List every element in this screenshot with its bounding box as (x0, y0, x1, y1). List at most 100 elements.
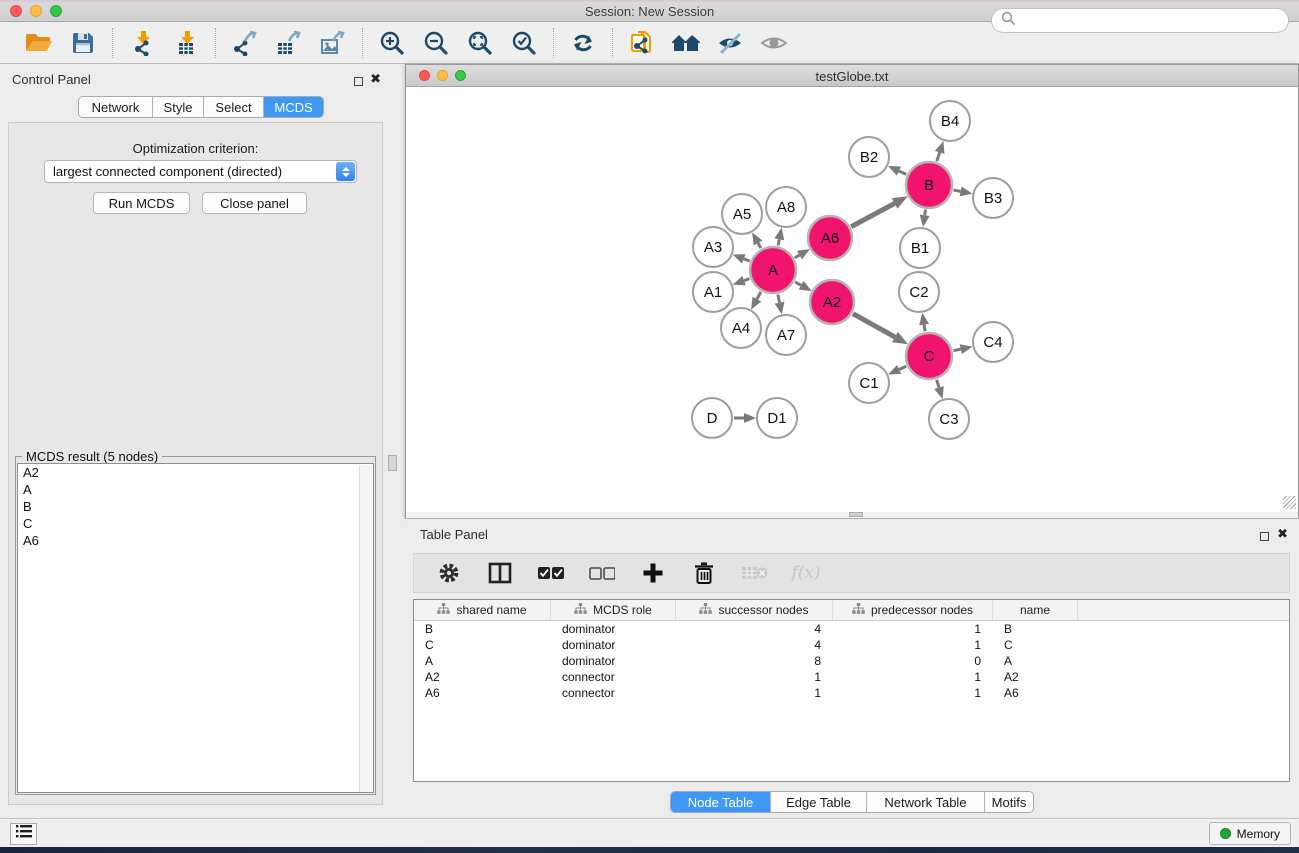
window-resize-grip[interactable] (1283, 496, 1296, 509)
table-row[interactable]: Adominator80A (414, 653, 1289, 669)
close-panel-icon[interactable]: ✖ (370, 71, 381, 87)
table-cell[interactable]: A2 (414, 669, 551, 685)
edge-C-C3[interactable] (937, 380, 939, 388)
task-history-button[interactable] (10, 823, 37, 845)
edge-A-A1[interactable] (744, 279, 750, 281)
table-float-panel-icon[interactable] (1260, 528, 1269, 546)
table-cell[interactable]: A (414, 653, 551, 669)
import-table-icon[interactable] (171, 28, 201, 58)
tab-node-table[interactable]: Node Table (671, 792, 771, 812)
table-cell[interactable]: 1 (676, 685, 833, 701)
table-cell[interactable]: B (414, 621, 551, 637)
edge-A-A4[interactable] (757, 292, 761, 299)
run-mcds-button[interactable]: Run MCDS (93, 192, 190, 214)
tab-select[interactable]: Select (204, 97, 264, 117)
tab-style[interactable]: Style (153, 97, 204, 117)
table-cell[interactable]: dominator (551, 621, 676, 637)
table-cell[interactable]: 1 (833, 637, 993, 653)
column-header-successor-nodes[interactable]: successor nodes (676, 600, 833, 620)
tab-mcds[interactable]: MCDS (264, 97, 323, 117)
table-cell[interactable]: A6 (414, 685, 551, 701)
table-row[interactable]: Bdominator41B (414, 621, 1289, 637)
result-item[interactable]: A (18, 481, 373, 498)
table-cell[interactable]: 8 (676, 653, 833, 669)
table-cell[interactable]: dominator (551, 653, 676, 669)
result-item[interactable]: A6 (18, 532, 373, 549)
result-scrollbar[interactable] (359, 465, 372, 793)
edge-A-A7[interactable] (778, 295, 780, 303)
result-item[interactable]: A2 (18, 464, 373, 481)
edge-C-C4[interactable] (953, 349, 960, 351)
export-table-icon[interactable] (274, 28, 304, 58)
edge-C-C2[interactable] (924, 325, 925, 332)
tab-network[interactable]: Network (79, 97, 153, 117)
delete-row-icon[interactable] (689, 558, 719, 588)
hide-details-icon[interactable] (715, 28, 745, 58)
import-network-icon[interactable] (127, 28, 157, 58)
table-cell[interactable]: connector (551, 685, 676, 701)
export-network-icon[interactable] (230, 28, 260, 58)
edge-B-B1[interactable] (925, 210, 926, 216)
zoom-in-icon[interactable] (377, 28, 407, 58)
refresh-icon[interactable] (568, 28, 598, 58)
result-item[interactable]: B (18, 498, 373, 515)
table-cell[interactable]: 1 (833, 621, 993, 637)
table-cell[interactable]: C (414, 637, 551, 653)
edge-A-A5[interactable] (758, 243, 761, 248)
edge-A-A6[interactable] (795, 255, 800, 258)
search-input[interactable] (991, 8, 1289, 33)
table-cell[interactable]: 1 (833, 669, 993, 685)
table-cell[interactable]: A (993, 653, 1078, 669)
edge-C-C1[interactable] (899, 366, 906, 369)
table-cell[interactable]: 0 (833, 653, 993, 669)
table-cell[interactable]: 1 (833, 685, 993, 701)
edge-A-A8[interactable] (778, 239, 779, 245)
table-row[interactable]: Cdominator41C (414, 637, 1289, 653)
edge-A-A2[interactable] (795, 282, 801, 285)
optimization-criterion-dropdown[interactable]: largest connected component (directed) (44, 160, 357, 183)
eye-icon[interactable] (759, 28, 789, 58)
table-cell[interactable]: 4 (676, 637, 833, 653)
tab-network-table[interactable]: Network Table (867, 792, 985, 812)
table-cell[interactable]: A2 (993, 669, 1078, 685)
zoom-fit-icon[interactable] (465, 28, 495, 58)
split-divider-handle[interactable] (388, 455, 397, 471)
table-cell[interactable]: A6 (993, 685, 1078, 701)
tab-motifs[interactable]: Motifs (985, 792, 1033, 812)
edge-A2-C[interactable] (853, 314, 895, 337)
edge-B-B2[interactable] (899, 171, 906, 174)
column-header-predecessor-nodes[interactable]: predecessor nodes (833, 600, 993, 620)
zoom-out-icon[interactable] (421, 28, 451, 58)
table-row[interactable]: A2connector11A2 (414, 669, 1289, 685)
copy-network-icon[interactable] (627, 28, 657, 58)
column-header-name[interactable]: name (993, 600, 1078, 620)
save-floppy-icon[interactable] (68, 28, 98, 58)
export-image-icon[interactable] (318, 28, 348, 58)
table-close-panel-icon[interactable]: ✖ (1277, 526, 1288, 542)
open-folder-icon[interactable] (24, 28, 54, 58)
column-header-MCDS-role[interactable]: MCDS role (551, 600, 676, 620)
select-all-icon[interactable] (536, 558, 566, 588)
hscroll-thumb[interactable] (849, 512, 863, 517)
table-cell[interactable]: 1 (676, 669, 833, 685)
float-panel-icon[interactable] (354, 73, 363, 91)
memory-button[interactable]: Memory (1209, 822, 1291, 845)
table-row[interactable]: A6connector11A6 (414, 685, 1289, 701)
gear-icon[interactable] (434, 558, 464, 588)
tab-edge-table[interactable]: Edge Table (771, 792, 867, 812)
close-panel-button[interactable]: Close panel (202, 192, 307, 214)
table-cell[interactable]: C (993, 637, 1078, 653)
result-item[interactable]: C (18, 515, 373, 532)
table-cell[interactable]: connector (551, 669, 676, 685)
network-canvas[interactable]: AA1A2A3A4A5A6A7A8BB1B2B3B4CC1C2C3C4DD1 (407, 87, 1298, 512)
columns-icon[interactable] (485, 558, 515, 588)
zoom-selected-icon[interactable] (509, 28, 539, 58)
homes-icon[interactable] (671, 28, 701, 58)
table-cell[interactable]: dominator (551, 637, 676, 653)
edge-B-B3[interactable] (954, 190, 961, 191)
deselect-all-icon[interactable] (587, 558, 617, 588)
add-row-icon[interactable] (638, 558, 668, 588)
edge-B-B4[interactable] (937, 152, 940, 161)
column-header-shared-name[interactable]: shared name (414, 600, 551, 620)
table-cell[interactable]: 4 (676, 621, 833, 637)
